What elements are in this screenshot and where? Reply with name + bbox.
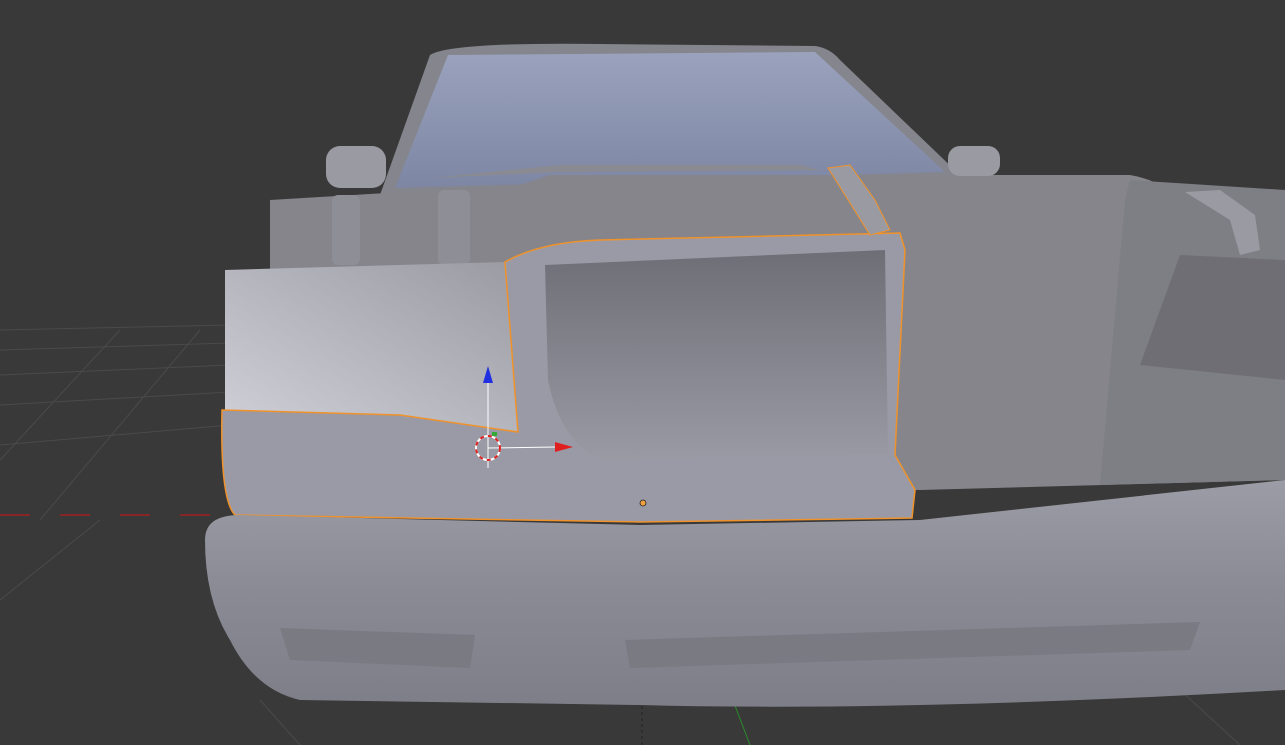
left-mirror — [326, 146, 386, 188]
mirror-post-right — [438, 190, 470, 265]
origin-point-icon — [639, 499, 647, 507]
3d-viewport[interactable] — [0, 0, 1285, 745]
scoop-intake — [545, 250, 888, 460]
left-headlight — [225, 262, 520, 432]
right-mirror — [948, 146, 1000, 176]
mirror-post-left — [332, 195, 360, 265]
